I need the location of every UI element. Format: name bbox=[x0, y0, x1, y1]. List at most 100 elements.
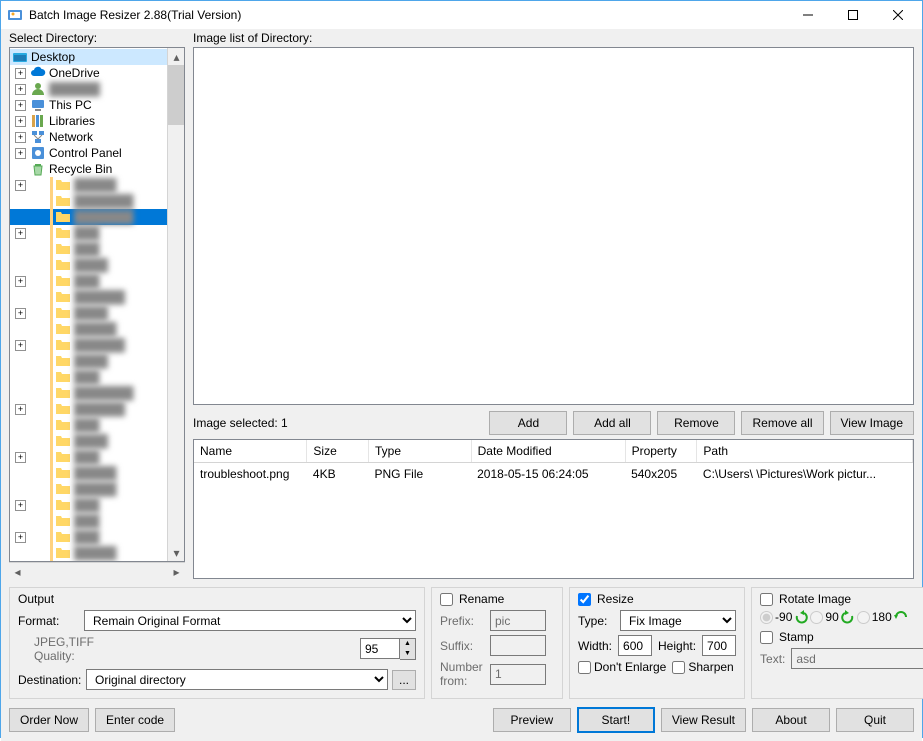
tree-item[interactable]: +███ bbox=[10, 273, 167, 289]
expand-icon[interactable]: + bbox=[15, 116, 26, 127]
tree-item[interactable]: +██████ bbox=[10, 81, 167, 97]
expand-icon[interactable]: + bbox=[15, 340, 26, 351]
stamp-checkbox[interactable] bbox=[760, 631, 773, 644]
sharpen-checkbox[interactable] bbox=[672, 661, 685, 674]
expand-icon[interactable]: + bbox=[15, 132, 26, 143]
tree-item[interactable]: +███████ bbox=[10, 193, 167, 209]
browse-button[interactable]: ... bbox=[392, 670, 416, 690]
image-list-panel[interactable] bbox=[193, 47, 914, 405]
expand-icon[interactable]: + bbox=[15, 308, 26, 319]
expand-icon[interactable]: + bbox=[15, 228, 26, 239]
preview-button[interactable]: Preview bbox=[493, 708, 571, 732]
tree-item[interactable]: +Recycle Bin bbox=[10, 161, 167, 177]
spin-down-icon[interactable]: ▼ bbox=[400, 649, 415, 659]
tree-item[interactable]: +████ bbox=[10, 433, 167, 449]
spin-up-icon[interactable]: ▲ bbox=[400, 639, 415, 649]
add-button[interactable]: Add bbox=[489, 411, 567, 435]
column-header[interactable]: Size bbox=[307, 440, 369, 463]
enter-code-button[interactable]: Enter code bbox=[95, 708, 175, 732]
tree-item[interactable]: +OneDrive bbox=[10, 65, 167, 81]
rename-checkbox[interactable] bbox=[440, 593, 453, 606]
tree-scrollbar-vertical[interactable]: ▴ ▾ bbox=[167, 48, 184, 561]
tree-item[interactable]: +███████ bbox=[10, 209, 167, 225]
tree-root[interactable]: Desktop bbox=[10, 49, 167, 65]
column-header[interactable]: Type bbox=[368, 440, 471, 463]
resize-checkbox[interactable] bbox=[578, 593, 591, 606]
tree-item[interactable]: +██████ bbox=[10, 337, 167, 353]
tree-item[interactable]: +███ bbox=[10, 241, 167, 257]
tree-item[interactable]: +█████ bbox=[10, 481, 167, 497]
view-result-button[interactable]: View Result bbox=[661, 708, 746, 732]
remove-button[interactable]: Remove bbox=[657, 411, 735, 435]
tree-item[interactable]: +This PC bbox=[10, 97, 167, 113]
scroll-down-icon[interactable]: ▾ bbox=[168, 544, 185, 561]
resize-type-select[interactable]: Fix Image bbox=[620, 610, 736, 631]
expand-icon[interactable]: + bbox=[15, 404, 26, 415]
tree-item[interactable]: +███ bbox=[10, 225, 167, 241]
rotate-checkbox[interactable] bbox=[760, 593, 773, 606]
start-button[interactable]: Start! bbox=[577, 707, 655, 733]
tree-item[interactable]: +██████ bbox=[10, 401, 167, 417]
tree-item[interactable]: +█████ bbox=[10, 545, 167, 561]
tree-item[interactable]: +██████ bbox=[10, 289, 167, 305]
minimize-button[interactable] bbox=[785, 1, 830, 29]
expand-icon[interactable]: + bbox=[15, 276, 26, 287]
scroll-left-icon[interactable]: ◂ bbox=[9, 563, 26, 580]
tree-item[interactable]: +█████ bbox=[10, 177, 167, 193]
tree-item[interactable]: +███ bbox=[10, 417, 167, 433]
column-header[interactable]: Date Modified bbox=[471, 440, 625, 463]
expand-icon[interactable]: + bbox=[15, 68, 26, 79]
column-header[interactable]: Path bbox=[697, 440, 913, 463]
tree-item[interactable]: +Network bbox=[10, 129, 167, 145]
number-from-input[interactable] bbox=[490, 664, 546, 685]
width-input[interactable] bbox=[618, 635, 652, 656]
dont-enlarge-checkbox[interactable] bbox=[578, 661, 591, 674]
expand-icon[interactable]: + bbox=[15, 532, 26, 543]
tree-item[interactable]: +███ bbox=[10, 449, 167, 465]
tree-item[interactable]: +████ bbox=[10, 257, 167, 273]
tree-item[interactable]: +███ bbox=[10, 497, 167, 513]
tree-item[interactable]: +███ bbox=[10, 369, 167, 385]
directory-tree[interactable]: Desktop +OneDrive+██████+This PC+Librari… bbox=[9, 47, 185, 562]
rotate-90-radio[interactable] bbox=[810, 611, 823, 624]
table-row[interactable]: troubleshoot.png4KBPNG File2018-05-15 06… bbox=[194, 463, 913, 486]
expand-icon[interactable]: + bbox=[15, 100, 26, 111]
tree-item[interactable]: +Libraries bbox=[10, 113, 167, 129]
suffix-input[interactable] bbox=[490, 635, 546, 656]
scroll-up-icon[interactable]: ▴ bbox=[168, 48, 185, 65]
height-input[interactable] bbox=[702, 635, 736, 656]
expand-icon[interactable]: + bbox=[15, 500, 26, 511]
column-header[interactable]: Property bbox=[625, 440, 697, 463]
quality-input[interactable] bbox=[360, 638, 400, 659]
expand-icon[interactable]: + bbox=[15, 452, 26, 463]
tree-item[interactable]: +█████ bbox=[10, 321, 167, 337]
view-image-button[interactable]: View Image bbox=[830, 411, 914, 435]
destination-select[interactable]: Original directory bbox=[86, 669, 388, 690]
rotate-neg90-radio[interactable] bbox=[760, 611, 773, 624]
quit-button[interactable]: Quit bbox=[836, 708, 914, 732]
close-button[interactable] bbox=[875, 1, 920, 29]
tree-item[interactable]: +████ bbox=[10, 353, 167, 369]
tree-item[interactable]: +█████ bbox=[10, 465, 167, 481]
remove-all-button[interactable]: Remove all bbox=[741, 411, 823, 435]
tree-item[interactable]: +███ bbox=[10, 529, 167, 545]
scroll-right-icon[interactable]: ▸ bbox=[168, 563, 185, 580]
selected-images-table[interactable]: NameSizeTypeDate ModifiedPropertyPath tr… bbox=[193, 439, 914, 579]
tree-scrollbar-horizontal[interactable]: ◂ ▸ bbox=[9, 562, 185, 579]
expand-icon[interactable]: + bbox=[15, 148, 26, 159]
format-select[interactable]: Remain Original Format bbox=[84, 610, 416, 631]
column-header[interactable]: Name bbox=[194, 440, 307, 463]
about-button[interactable]: About bbox=[752, 708, 830, 732]
expand-icon[interactable]: + bbox=[15, 180, 26, 191]
quality-spinner[interactable]: ▲▼ bbox=[360, 638, 416, 660]
add-all-button[interactable]: Add all bbox=[573, 411, 651, 435]
maximize-button[interactable] bbox=[830, 1, 875, 29]
rotate-180-radio[interactable] bbox=[857, 611, 870, 624]
tree-item[interactable]: +███████ bbox=[10, 385, 167, 401]
scroll-thumb[interactable] bbox=[168, 65, 184, 125]
stamp-text-input[interactable] bbox=[791, 648, 923, 669]
tree-item[interactable]: +████ bbox=[10, 305, 167, 321]
tree-item[interactable]: +███ bbox=[10, 513, 167, 529]
prefix-input[interactable] bbox=[490, 610, 546, 631]
tree-item[interactable]: +Control Panel bbox=[10, 145, 167, 161]
